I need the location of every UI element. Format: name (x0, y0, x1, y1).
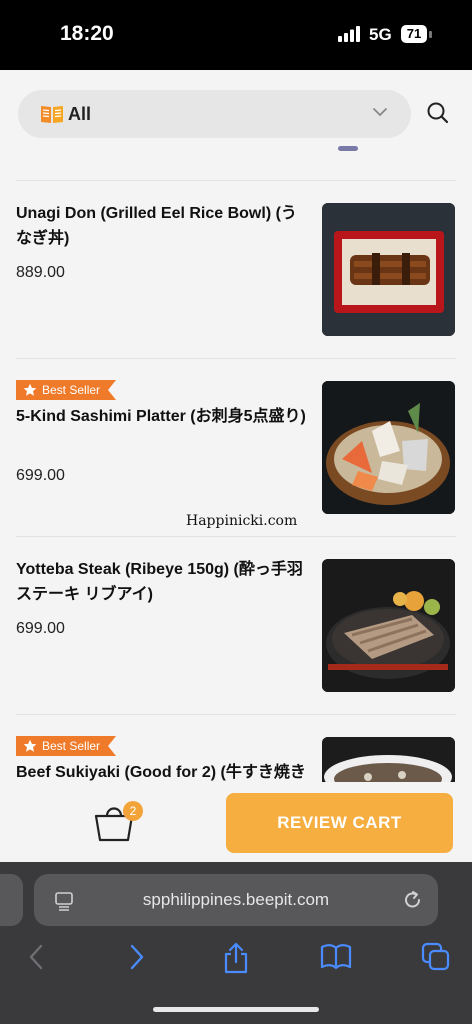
chevron-down-icon (373, 108, 387, 117)
item-price: 699.00 (16, 620, 65, 637)
home-indicator (153, 1007, 319, 1012)
menu-item[interactable]: Yotteba Steak (Ribeye 150g) (酔っ手羽ステーキ リブ… (16, 536, 456, 715)
back-icon[interactable] (25, 942, 47, 972)
browser-toolbar (0, 942, 472, 978)
item-photo-unagi-don[interactable] (322, 203, 455, 336)
url-text: spphilippines.beepit.com (142, 890, 330, 909)
menu-page: All Unagi Don (Grilled Eel Rice Bowl) (う… (0, 70, 472, 863)
category-dropdown[interactable]: All (18, 90, 411, 138)
search-icon[interactable] (426, 101, 450, 125)
forward-icon[interactable] (126, 942, 148, 972)
bookmarks-icon[interactable] (320, 942, 352, 970)
steak-plate-image (322, 559, 455, 692)
battery-icon: 71 (401, 25, 427, 43)
address-bar[interactable]: spphilippines.beepit.com (34, 874, 438, 926)
review-cart-button[interactable]: REVIEW CART (226, 793, 453, 853)
unagi-bowl-image (322, 203, 455, 336)
best-seller-badge: Best Seller (16, 380, 117, 400)
scroll-indicator (338, 146, 358, 151)
star-icon (23, 739, 37, 752)
reload-icon[interactable] (402, 889, 424, 911)
best-seller-badge: Best Seller (16, 736, 117, 756)
item-name: 5-Kind Sashimi Platter (お刺身5点盛り) (16, 408, 306, 425)
watermark: Happinicki.com (186, 513, 298, 529)
network-type: 5G (369, 25, 392, 44)
sashimi-platter-image (322, 381, 455, 514)
cart-count-badge: 2 (123, 801, 143, 821)
browser-chrome: spphilippines.beepit.com (0, 862, 472, 1024)
item-price: 699.00 (16, 467, 65, 484)
status-time: 18:20 (60, 22, 114, 45)
battery-tip (429, 31, 432, 38)
category-label: All (68, 104, 92, 124)
item-photo-yotteba-steak[interactable] (322, 559, 455, 692)
badge-label: Best Seller (42, 739, 101, 753)
tabs-icon[interactable] (421, 942, 451, 972)
badge-label: Best Seller (42, 383, 101, 397)
status-bar: 18:20 5G 71 (0, 0, 472, 70)
book-icon (41, 106, 63, 123)
item-price: 889.00 (16, 264, 65, 281)
menu-item[interactable]: Unagi Don (Grilled Eel Rice Bowl) (うなぎ丼)… (16, 180, 456, 359)
signal-icon (338, 26, 360, 42)
item-name: Unagi Don (Grilled Eel Rice Bowl) (うなぎ丼) (16, 205, 297, 247)
item-name: Yotteba Steak (Ribeye 150g) (酔っ手羽ステーキ リブ… (16, 561, 303, 603)
cart-bar: 2 REVIEW CART (0, 782, 472, 862)
star-icon (23, 383, 37, 396)
previous-tab-preview[interactable] (0, 874, 23, 926)
share-icon[interactable] (222, 942, 250, 974)
item-photo-sashimi-platter[interactable] (322, 381, 455, 514)
menu-item[interactable]: Best Seller 5-Kind Sashimi Platter (お刺身5… (16, 358, 456, 537)
